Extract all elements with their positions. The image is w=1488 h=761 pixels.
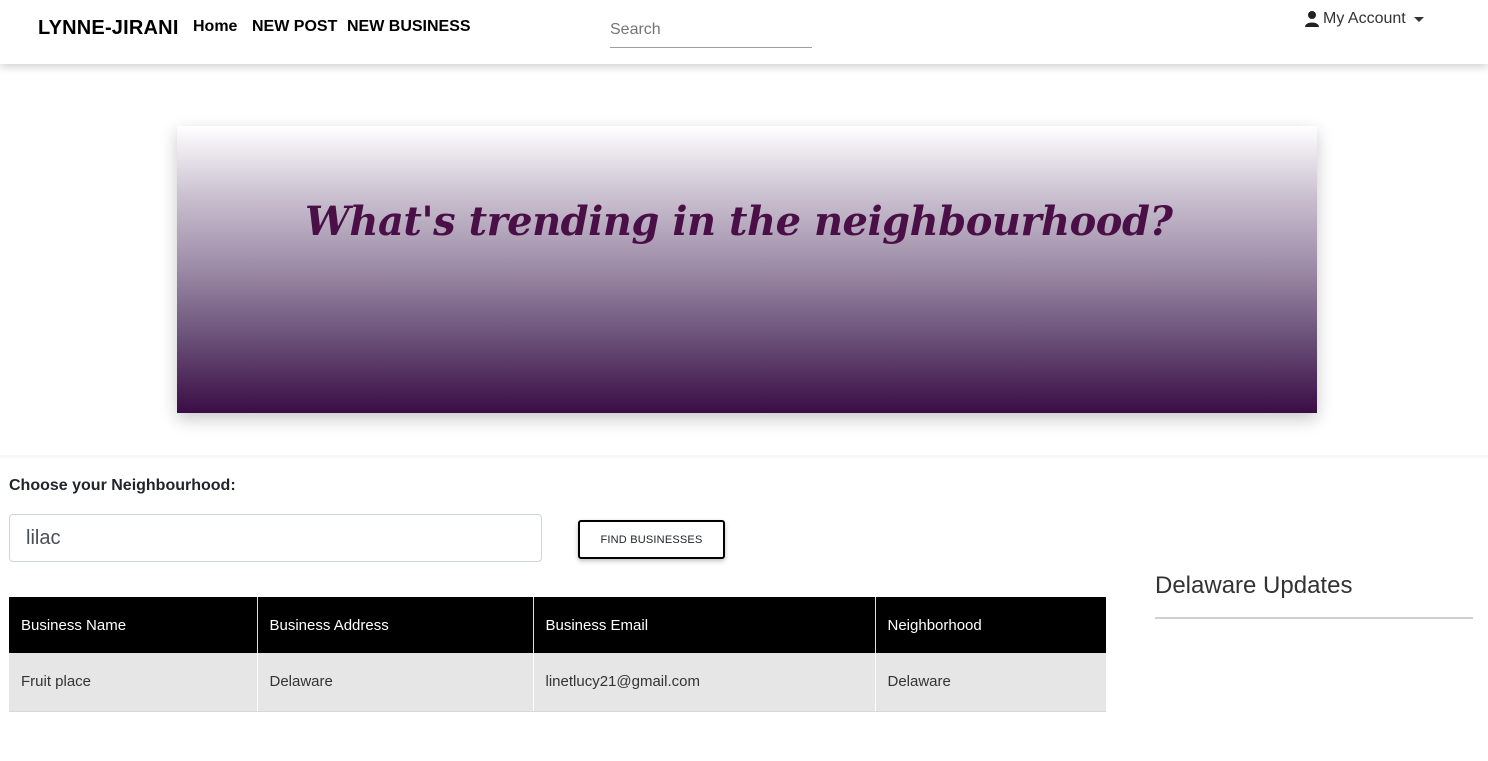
cell-business-email: linetlucy21@gmail.com [533, 653, 876, 712]
business-table: Business Name Business Address Business … [9, 597, 1106, 712]
top-navbar: LYNNE-JIRANI Home NEW POST NEW BUSINESS … [0, 0, 1488, 64]
find-businesses-button[interactable]: FIND BUSINESSES [578, 520, 725, 559]
search-input[interactable] [610, 12, 812, 48]
my-account-label: My Account [1323, 10, 1406, 27]
hero-banner: What's trending in the neighbourhood? [177, 126, 1317, 413]
header-neighborhood: Neighborhood [875, 597, 1106, 653]
updates-title: Delaware Updates [1155, 572, 1353, 599]
my-account-dropdown[interactable]: My Account [1305, 10, 1424, 28]
nav-home-link[interactable]: Home [193, 18, 237, 36]
chevron-down-icon [1413, 17, 1424, 22]
table-header-row: Business Name Business Address Business … [9, 597, 1106, 653]
updates-divider [1155, 617, 1473, 619]
neighbourhood-label: Choose your Neighbourhood: [9, 477, 236, 494]
table-row: Fruit place Delaware linetlucy21@gmail.c… [9, 653, 1106, 712]
brand-logo[interactable]: LYNNE-JIRANI [38, 17, 179, 40]
cell-business-address: Delaware [257, 653, 534, 712]
hero-title: What's trending in the neighbourhood? [305, 198, 1173, 245]
nav-new-business-link[interactable]: NEW BUSINESS [347, 18, 471, 36]
header-business-email: Business Email [533, 597, 876, 653]
cell-business-name: Fruit place [9, 653, 258, 712]
nav-new-post-link[interactable]: NEW POST [252, 18, 337, 36]
user-icon [1305, 11, 1319, 27]
header-business-name: Business Name [9, 597, 258, 653]
section-divider [0, 455, 1488, 458]
neighbourhood-input[interactable] [9, 514, 542, 562]
header-business-address: Business Address [257, 597, 534, 653]
cell-neighborhood: Delaware [875, 653, 1106, 712]
